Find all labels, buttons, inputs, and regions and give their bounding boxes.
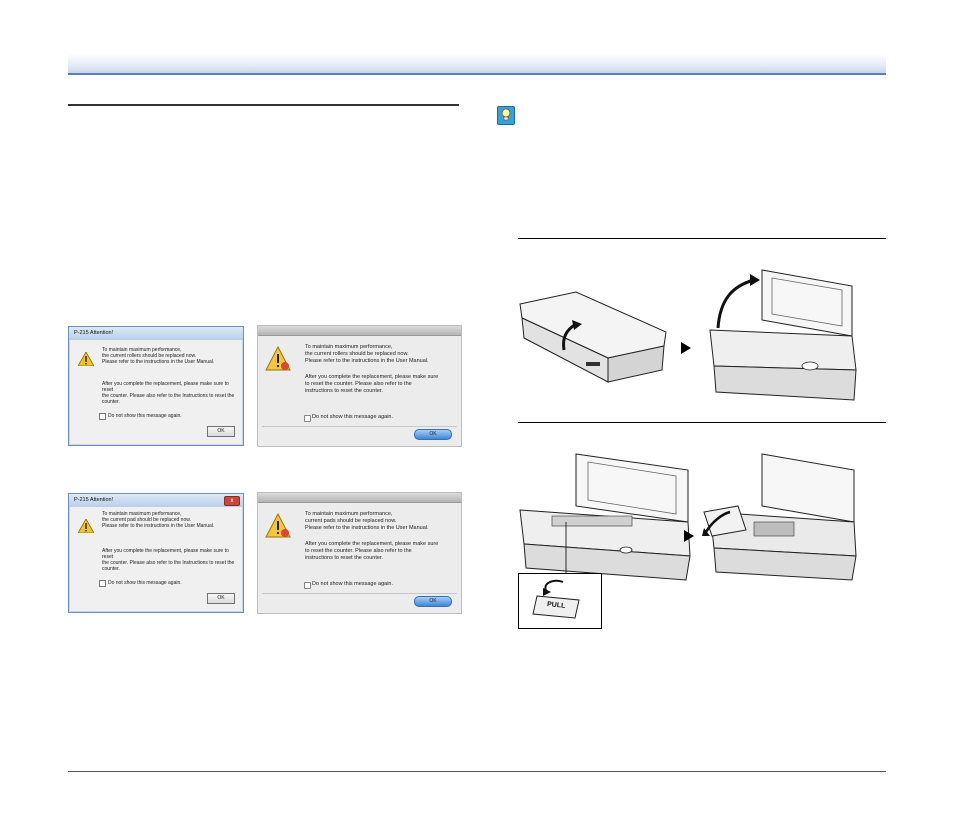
open-scanner-pull-illustration [519,453,691,581]
message-line: Please refer to the instructions in the … [305,525,429,531]
warning-triangle-icon [77,351,95,368]
message-line: To maintain maximum performance, [305,344,393,350]
reset-line: After you complete the replacement, plea… [102,548,229,560]
ok-button[interactable]: OK [207,426,235,437]
reset-line: After you complete the replacement, plea… [305,541,439,547]
reset-line: After you complete the replacement, plea… [305,374,439,380]
ok-button[interactable]: OK [414,429,452,440]
message-line: Please refer to the instructions in the … [102,523,215,529]
dont-show-checkbox[interactable] [99,580,106,587]
right-triangle-arrow-icon [681,342,691,354]
dont-show-label: Do not show this message again. [312,581,394,587]
dont-show-label: Do not show this message again. [108,413,182,419]
ok-button[interactable]: OK [207,593,235,604]
reset-line: counter. [102,566,120,572]
ok-button[interactable]: OK [414,596,452,607]
reset-line: to reset the counter. Please also refer … [305,381,412,387]
dialog-title: P-215 Attention! [69,494,243,507]
dont-show-label: Do not show this message again. [312,414,394,420]
section-heading-rule [68,104,459,106]
divider [262,426,457,427]
reset-line: instructions to reset the counter. [305,555,383,561]
pads-replace-dialog-windows: P-215 Attention! x To maintain maximum p… [68,493,244,613]
figure-rule [518,422,886,423]
message-line: Please refer to the instructions in the … [102,359,215,365]
lightbulb-hint-icon [497,106,515,125]
mac-title-bar [258,326,461,336]
mac-alert-icon [265,345,291,374]
rollers-replace-dialog-mac: To maintain maximum performance, the cur… [257,325,462,447]
message-line: current pads should be replaced now. [305,518,397,524]
dont-show-checkbox[interactable] [304,582,311,589]
pull-tab-detail-inset: PULL [518,573,602,629]
reset-line: instructions to reset the counter. [305,388,383,394]
pads-replace-dialog-mac: To maintain maximum performance, current… [257,492,462,614]
feed-unit-opened-illustration [702,453,857,581]
close-icon[interactable]: x [224,496,240,506]
reset-line: the counter. Please also refer to the In… [102,560,235,566]
dialog-title: P-215 Attention! [69,327,243,340]
reset-line: After you complete the replacement, plea… [102,381,229,393]
rollers-replace-dialog-windows: P-215 Attention! x To maintain maximum p… [68,326,244,446]
right-triangle-arrow-icon [684,530,694,542]
mac-title-bar [258,493,461,503]
reset-line: to reset the counter. Please also refer … [305,548,412,554]
message-line: To maintain maximum performance, [305,511,393,517]
message-line: Please refer to the instructions in the … [305,358,429,364]
mac-alert-icon [265,512,291,541]
reset-line: the counter. Please also refer to the In… [102,393,235,399]
page-header-band [68,54,886,75]
warning-triangle-icon [77,518,95,535]
reset-line: counter. [102,399,120,405]
dont-show-label: Do not show this message again. [108,580,182,586]
figure-rule [518,238,886,239]
dont-show-checkbox[interactable] [304,415,311,422]
footer-rule [68,771,886,772]
divider [262,593,457,594]
closed-scanner-illustration [519,291,667,383]
dont-show-checkbox[interactable] [99,413,106,420]
open-scanner-illustration [709,269,857,401]
message-line: the current rollers should be replaced n… [305,351,409,357]
